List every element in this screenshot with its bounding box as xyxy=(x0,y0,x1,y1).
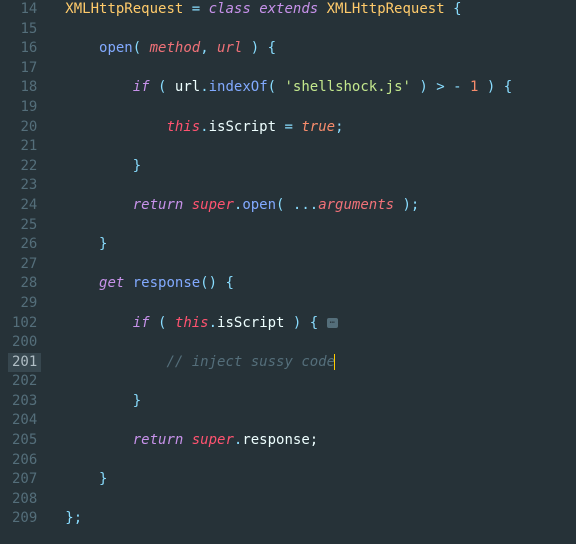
code-line: XMLHttpRequest = class extends XMLHttpRe… xyxy=(65,0,576,20)
code-line xyxy=(65,216,576,236)
line-number: 25 xyxy=(8,216,41,236)
line-number: 203 xyxy=(8,392,41,412)
code-line: open( method, url ) { xyxy=(65,39,576,59)
line-number: 209 xyxy=(8,509,41,529)
line-number: 29 xyxy=(8,294,41,314)
line-number: 21 xyxy=(8,137,41,157)
code-area[interactable]: XMLHttpRequest = class extends XMLHttpRe… xyxy=(57,0,576,544)
code-line: } xyxy=(65,470,576,490)
code-line: get response() { xyxy=(65,274,576,294)
line-number: 27 xyxy=(8,255,41,275)
code-line xyxy=(65,411,576,431)
code-line: // inject sussy code xyxy=(65,353,576,373)
line-number: 200 xyxy=(8,333,41,353)
code-line xyxy=(65,137,576,157)
line-number-active: 201 xyxy=(8,353,41,373)
line-number: 15 xyxy=(8,20,41,40)
line-number: 14 xyxy=(8,0,41,20)
code-line xyxy=(65,255,576,275)
text-cursor xyxy=(334,354,335,370)
line-number: 17 xyxy=(8,59,41,79)
line-number: 206 xyxy=(8,451,41,471)
line-number: 26 xyxy=(8,235,41,255)
line-number: 22 xyxy=(8,157,41,177)
line-number: 18 xyxy=(8,78,41,98)
code-line: return super.response; xyxy=(65,431,576,451)
code-line xyxy=(65,294,576,314)
line-number: 207 xyxy=(8,470,41,490)
line-number: 204 xyxy=(8,411,41,431)
line-number: 202 xyxy=(8,372,41,392)
code-line xyxy=(65,372,576,392)
line-number: 28 xyxy=(8,274,41,294)
fold-marker-icon[interactable]: ⋯ xyxy=(327,318,338,328)
line-number: 205 xyxy=(8,431,41,451)
code-line: return super.open( ...arguments ); xyxy=(65,196,576,216)
code-line xyxy=(65,451,576,471)
line-number: 102 xyxy=(8,314,41,334)
code-line xyxy=(65,176,576,196)
code-line xyxy=(65,333,576,353)
code-line xyxy=(65,98,576,118)
line-number: 24 xyxy=(8,196,41,216)
code-line: } xyxy=(65,235,576,255)
code-editor[interactable]: 14 15 16 17 18 19 20 21 22 23 24 25 26 2… xyxy=(0,0,576,544)
line-gutter: 14 15 16 17 18 19 20 21 22 23 24 25 26 2… xyxy=(0,0,57,544)
line-number: 23 xyxy=(8,176,41,196)
code-line xyxy=(65,20,576,40)
code-line: } xyxy=(65,157,576,177)
line-number: 16 xyxy=(8,39,41,59)
code-line: if ( this.isScript ) { ⋯ xyxy=(65,314,576,334)
line-number: 208 xyxy=(8,490,41,510)
code-line xyxy=(65,59,576,79)
line-number: 19 xyxy=(8,98,41,118)
code-line: }; xyxy=(65,509,576,529)
code-line xyxy=(65,490,576,510)
code-line: this.isScript = true; xyxy=(65,118,576,138)
code-line: if ( url.indexOf( 'shellshock.js' ) > - … xyxy=(65,78,576,98)
line-number: 20 xyxy=(8,118,41,138)
code-line: } xyxy=(65,392,576,412)
